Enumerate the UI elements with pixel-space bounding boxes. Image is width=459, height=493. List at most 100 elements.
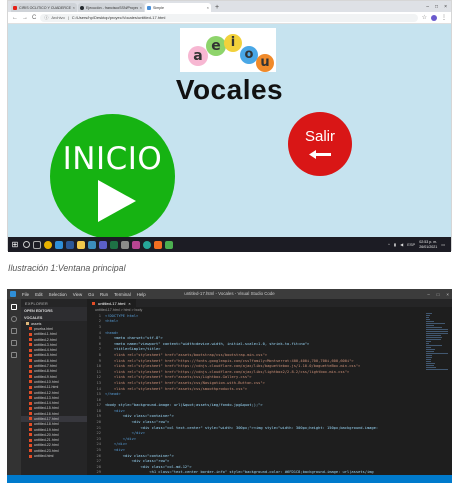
source-control-icon[interactable] bbox=[11, 328, 17, 334]
code-text: <link rel="stylesheet" href="assets/css/… bbox=[105, 380, 265, 385]
line-number: 14 bbox=[96, 386, 101, 391]
app-icon[interactable] bbox=[154, 240, 162, 249]
start-button-label: INICIO bbox=[62, 141, 163, 177]
browser-tab[interactable]: Ejecución - franciscoSSN/Proyec × bbox=[78, 3, 144, 12]
store-icon[interactable] bbox=[88, 240, 96, 249]
code-editor[interactable]: 1 <!DOCTYPE html> 2 <html> 3 4 <head> 5 <meta c… bbox=[87, 313, 452, 475]
windows-start-icon[interactable]: ⊞ bbox=[10, 240, 20, 249]
menu-run[interactable]: Run bbox=[100, 292, 108, 297]
minimap-line bbox=[426, 355, 433, 356]
menu-file[interactable]: File bbox=[22, 292, 29, 297]
play-icon bbox=[98, 180, 136, 222]
minimap-line bbox=[426, 313, 432, 314]
code-text: <body style="background-image: url(&quot… bbox=[105, 403, 263, 408]
html-file-icon bbox=[29, 422, 32, 426]
browser-tab[interactable]: CIRIS OCLITICO Y CUADERCEPR × bbox=[11, 3, 77, 12]
extensions-icon[interactable] bbox=[11, 352, 17, 358]
html-file-icon bbox=[29, 369, 32, 373]
open-editors-section[interactable]: OPEN EDITORS bbox=[21, 307, 87, 314]
file-label: untitled-4.html bbox=[34, 348, 57, 353]
photos-icon[interactable] bbox=[132, 240, 140, 249]
forward-button[interactable]: → bbox=[22, 15, 28, 21]
run-debug-icon[interactable] bbox=[11, 340, 17, 346]
address-bar[interactable]: ⓘ Archivo | C:/Users/hp/Desktop/proyec/V… bbox=[40, 13, 418, 22]
mail-icon[interactable] bbox=[121, 240, 129, 249]
tray-caret-icon[interactable]: ^ bbox=[388, 242, 390, 247]
browser-tab-active[interactable]: Simple × bbox=[145, 3, 211, 12]
maximize-button[interactable]: □ bbox=[435, 3, 438, 12]
explorer-icon[interactable] bbox=[11, 304, 17, 310]
close-button[interactable]: × bbox=[444, 3, 447, 12]
excel-icon[interactable] bbox=[110, 240, 118, 249]
new-tab-button[interactable]: + bbox=[212, 3, 222, 12]
line-number: 1 bbox=[98, 313, 101, 318]
minimap-line bbox=[426, 357, 432, 358]
bookmark-star-icon[interactable]: ☆ bbox=[422, 14, 427, 21]
menu-help[interactable]: Help bbox=[137, 292, 146, 297]
maximize-button[interactable]: □ bbox=[437, 292, 440, 297]
file-item[interactable]: untitled.html bbox=[21, 453, 87, 458]
close-button[interactable]: × bbox=[446, 292, 449, 297]
code-text: <div class="row"> bbox=[105, 420, 170, 425]
back-button[interactable]: ← bbox=[12, 15, 18, 21]
reload-button[interactable]: C bbox=[32, 15, 36, 21]
folder-label: assets bbox=[31, 321, 42, 326]
minimap-line bbox=[426, 331, 448, 332]
file-label: untitled-8.html bbox=[34, 369, 57, 374]
language-indicator[interactable]: ESP bbox=[407, 242, 415, 247]
tab-close-icon[interactable]: × bbox=[73, 5, 75, 10]
exit-button[interactable]: Salir bbox=[288, 112, 352, 176]
html-file-icon bbox=[29, 396, 32, 400]
project-section[interactable]: VOCALES bbox=[21, 314, 87, 321]
word-icon[interactable] bbox=[66, 240, 74, 249]
task-view-icon[interactable] bbox=[33, 240, 41, 249]
url-text[interactable]: C:/Users/hp/Desktop/proyec/Vocales/untit… bbox=[72, 15, 166, 20]
minimap-line bbox=[426, 365, 435, 366]
minimize-button[interactable]: – bbox=[426, 3, 429, 12]
file-label: untitled-15.html bbox=[34, 406, 59, 411]
youtube-favicon-icon bbox=[13, 5, 17, 10]
code-text: <link rel="stylesheet" href="assets/css/… bbox=[105, 375, 252, 380]
system-clock[interactable]: 02:53 p. m. 26/01/2021 bbox=[419, 240, 437, 249]
menu-terminal[interactable]: Terminal bbox=[114, 292, 131, 297]
teams-icon[interactable] bbox=[99, 240, 107, 249]
chrome-icon[interactable] bbox=[44, 240, 52, 249]
html-file-icon bbox=[29, 401, 32, 405]
app-icon[interactable] bbox=[143, 240, 151, 249]
file-explorer-icon[interactable] bbox=[77, 240, 85, 249]
browser-menu-icon[interactable]: ⋮ bbox=[441, 14, 447, 21]
profile-avatar[interactable] bbox=[431, 14, 437, 21]
tab-close-icon[interactable]: × bbox=[207, 5, 209, 10]
info-icon[interactable]: ⓘ bbox=[44, 15, 48, 21]
tab-close-icon[interactable]: × bbox=[140, 5, 142, 10]
vscode-titlebar: File Edit Selection View Go Run Terminal… bbox=[7, 289, 452, 299]
editor-tab-close-icon[interactable]: × bbox=[128, 301, 130, 306]
editor-tab[interactable]: untitled-17.html × bbox=[87, 299, 136, 307]
activity-bar bbox=[7, 299, 21, 475]
menu-selection[interactable]: Selection bbox=[49, 292, 67, 297]
html-file-icon bbox=[29, 454, 32, 458]
code-text: <div class="container"> bbox=[105, 414, 174, 419]
menu-go[interactable]: Go bbox=[88, 292, 94, 297]
menu-view[interactable]: View bbox=[73, 292, 82, 297]
minimize-button[interactable]: – bbox=[427, 292, 429, 297]
status-bar bbox=[7, 475, 452, 483]
app-icon[interactable] bbox=[165, 240, 173, 249]
start-button[interactable]: INICIO bbox=[50, 114, 175, 237]
minimap[interactable] bbox=[426, 313, 448, 370]
html-file-icon bbox=[29, 332, 32, 336]
exit-button-label: Salir bbox=[304, 128, 335, 145]
explorer-sidebar: EXPLORER OPEN EDITORS VOCALES assets pru… bbox=[21, 299, 87, 475]
volume-icon[interactable]: ◀ bbox=[400, 242, 403, 247]
minimap-line bbox=[426, 343, 430, 344]
search-icon[interactable] bbox=[11, 316, 17, 322]
vscode-icon[interactable] bbox=[55, 240, 63, 249]
notification-icon[interactable]: ▭ bbox=[441, 242, 445, 247]
minimap-line bbox=[426, 345, 442, 346]
file-label: untitled-10.html bbox=[34, 379, 59, 384]
menu-edit[interactable]: Edit bbox=[35, 292, 43, 297]
search-icon[interactable] bbox=[23, 241, 30, 248]
minimap-line bbox=[426, 369, 448, 370]
code-text: </div> bbox=[105, 442, 128, 447]
network-icon[interactable]: ▮ bbox=[394, 242, 396, 247]
